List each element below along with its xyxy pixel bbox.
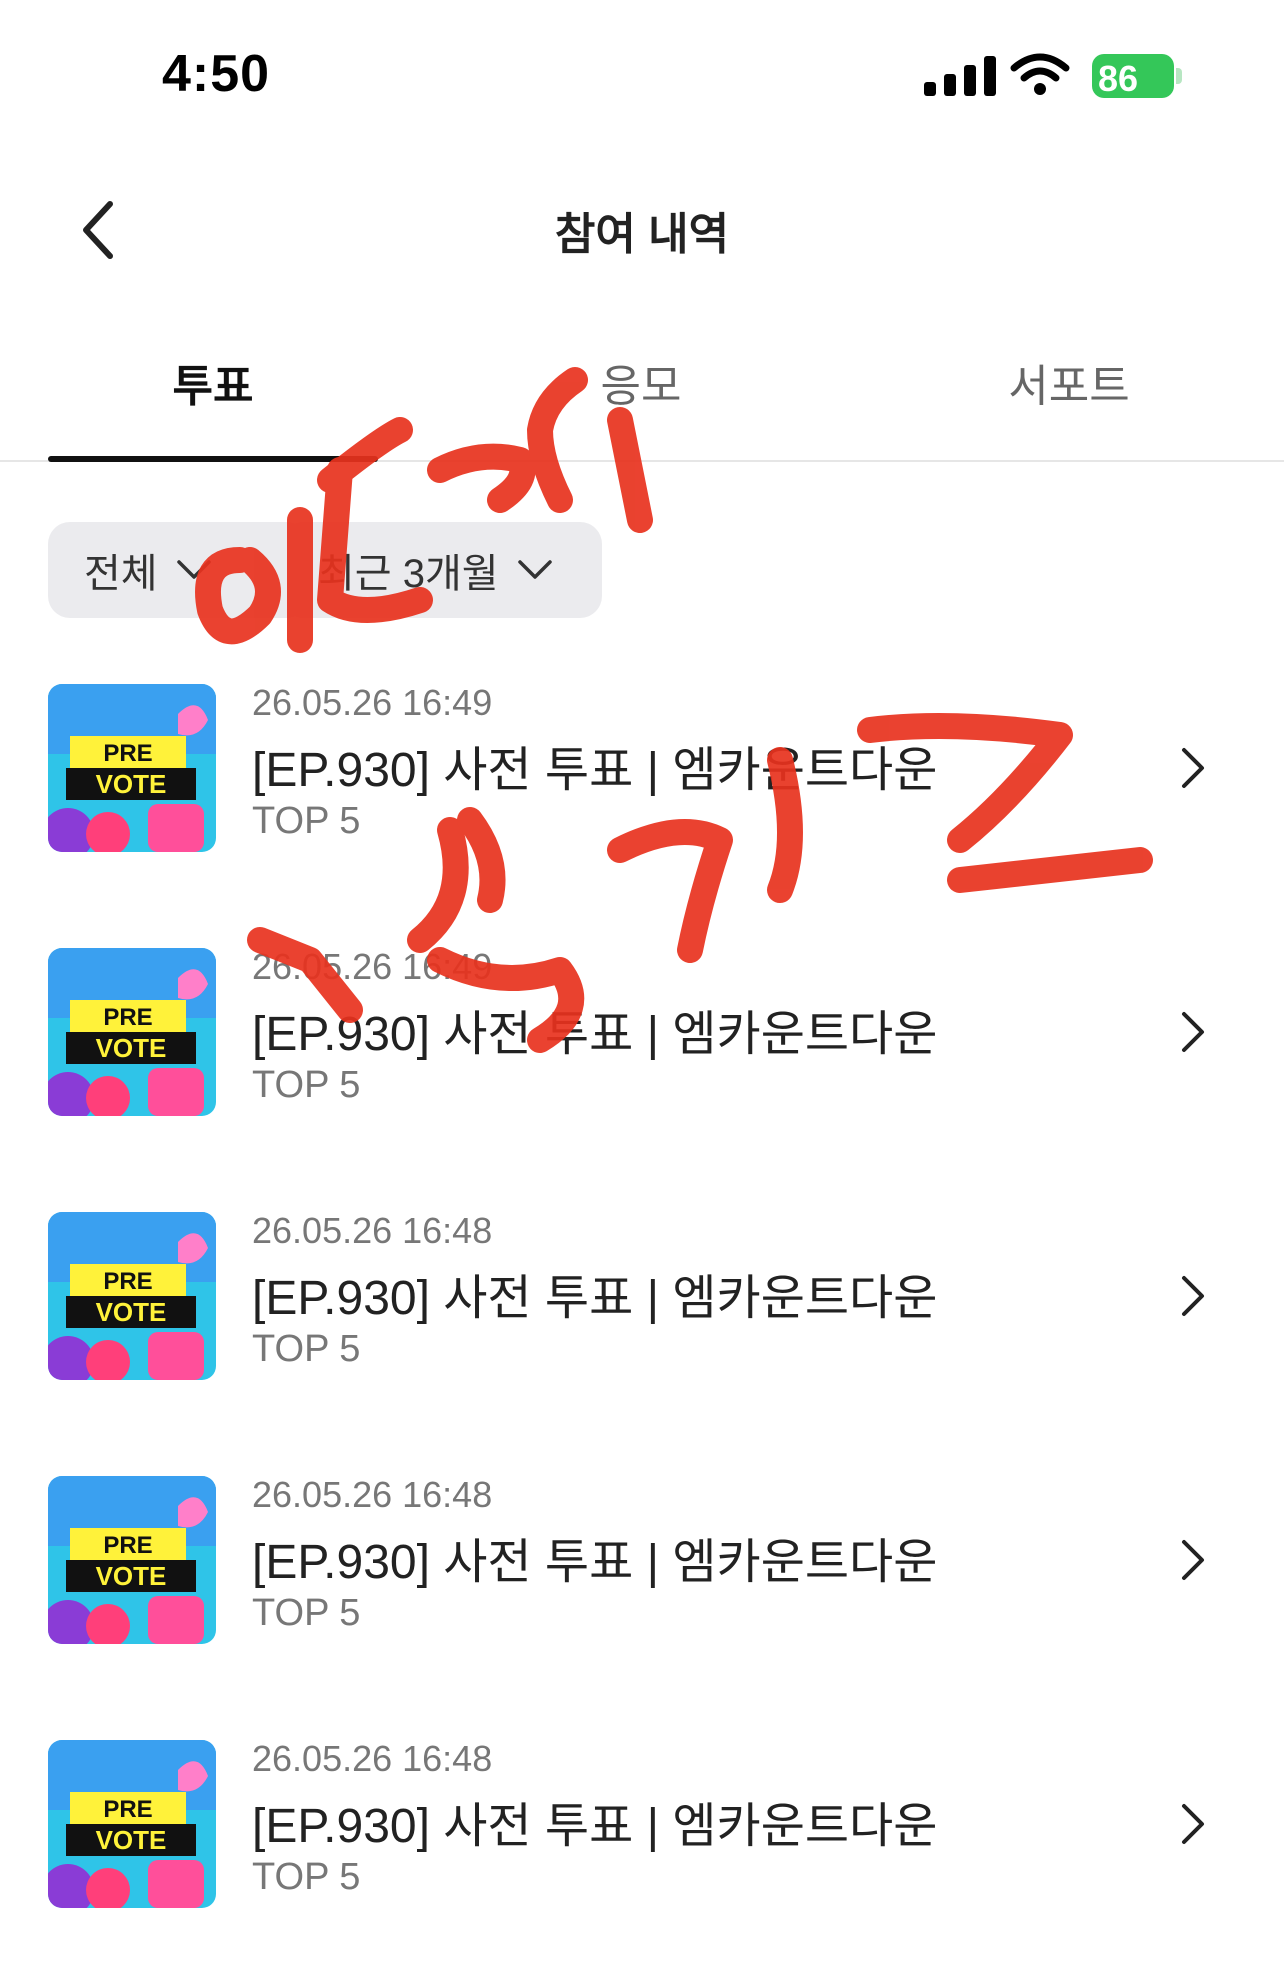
chevron-right-icon[interactable] [1176, 1536, 1210, 1584]
item-date: 26.05.26 16:49 [252, 946, 493, 987]
chevron-right-icon[interactable] [1176, 1272, 1210, 1320]
item-rank: TOP 5 [252, 1328, 361, 1370]
signal-icon [924, 56, 996, 96]
item-title: [EP.930] 사전 투표 | 엠카운트다운 [252, 1008, 938, 1061]
tab-indicator [48, 456, 378, 462]
thumb-text-vote: VOTE [96, 1825, 167, 1855]
item-title: [EP.930] 사전 투표 | 엠카운트다운 [252, 744, 938, 797]
thumb-text-vote: VOTE [96, 1561, 167, 1591]
tab-support[interactable]: 서포트 [904, 350, 1234, 414]
item-title: [EP.930] 사전 투표 | 엠카운트다운 [252, 1272, 938, 1325]
tab-apply[interactable]: 응모 [476, 350, 806, 414]
chevron-down-icon [176, 560, 211, 579]
chevron-right-icon[interactable] [1176, 744, 1210, 792]
pre-vote-thumbnail-art: PRE VOTE [48, 948, 216, 1116]
item-rank: TOP 5 [252, 1592, 361, 1634]
filter-category-dropdown[interactable]: 전체 [48, 522, 308, 618]
filter-period-label: 최근 3개월 [318, 552, 499, 596]
thumb-text-pre: PRE [103, 1796, 152, 1823]
list-item[interactable]: PRE VOTE 26.05.26 16:48 [EP.930] 사전 투표 |… [0, 1726, 1284, 1926]
pre-vote-thumbnail-art: PRE VOTE [48, 1740, 216, 1908]
chevron-down-icon [517, 560, 552, 579]
battery-level: 86 [1098, 58, 1139, 99]
filter-category-label: 전체 [84, 552, 158, 596]
pre-vote-thumbnail-art: PRE VOTE [48, 1476, 216, 1644]
chevron-right-icon[interactable] [1176, 1008, 1210, 1056]
thumb-text-vote: VOTE [96, 1297, 167, 1327]
page-title: 참여 내역 [554, 210, 730, 259]
pre-vote-thumbnail-art: PRE VOTE [48, 684, 216, 852]
chevron-right-icon[interactable] [1176, 1800, 1210, 1848]
pre-vote-thumbnail-art: PRE VOTE [48, 1212, 216, 1380]
thumb-text-pre: PRE [103, 740, 152, 767]
item-rank: TOP 5 [252, 1064, 361, 1106]
status-time: 4:50 [162, 45, 271, 103]
item-date: 26.05.26 16:48 [252, 1210, 493, 1251]
thumb-text-pre: PRE [103, 1004, 152, 1031]
item-rank: TOP 5 [252, 1856, 361, 1898]
wifi-icon [1010, 53, 1070, 95]
item-thumbnail: PRE VOTE [48, 1740, 216, 1908]
list-item[interactable]: PRE VOTE 26.05.26 16:49 [EP.930] 사전 투표 |… [0, 934, 1284, 1134]
item-rank: TOP 5 [252, 800, 361, 842]
item-date: 26.05.26 16:49 [252, 682, 493, 723]
status-bar: 4:50 86 [0, 0, 1284, 150]
item-date: 26.05.26 16:48 [252, 1738, 493, 1779]
list-item[interactable]: PRE VOTE 26.05.26 16:49 [EP.930] 사전 투표 |… [0, 670, 1284, 870]
list-item[interactable]: PRE VOTE 26.05.26 16:48 [EP.930] 사전 투표 |… [0, 1198, 1284, 1398]
header: 참여 내역 [0, 150, 1284, 300]
list-item[interactable]: PRE VOTE 26.05.26 16:48 [EP.930] 사전 투표 |… [0, 1462, 1284, 1662]
item-thumbnail: PRE VOTE [48, 1212, 216, 1380]
item-thumbnail: PRE VOTE [48, 948, 216, 1116]
thumb-text-pre: PRE [103, 1268, 152, 1295]
item-title: [EP.930] 사전 투표 | 엠카운트다운 [252, 1800, 938, 1853]
tab-vote[interactable]: 투표 [48, 350, 378, 414]
thumb-text-vote: VOTE [96, 1033, 167, 1063]
item-thumbnail: PRE VOTE [48, 684, 216, 852]
battery-icon: 86 [1092, 54, 1182, 99]
item-title: [EP.930] 사전 투표 | 엠카운트다운 [252, 1536, 938, 1589]
thumb-text-vote: VOTE [96, 769, 167, 799]
filter-period-dropdown[interactable]: 최근 3개월 [282, 522, 602, 618]
tab-bar: 투표 응모 서포트 [0, 330, 1284, 462]
thumb-text-pre: PRE [103, 1532, 152, 1559]
item-thumbnail: PRE VOTE [48, 1476, 216, 1644]
item-date: 26.05.26 16:48 [252, 1474, 493, 1515]
